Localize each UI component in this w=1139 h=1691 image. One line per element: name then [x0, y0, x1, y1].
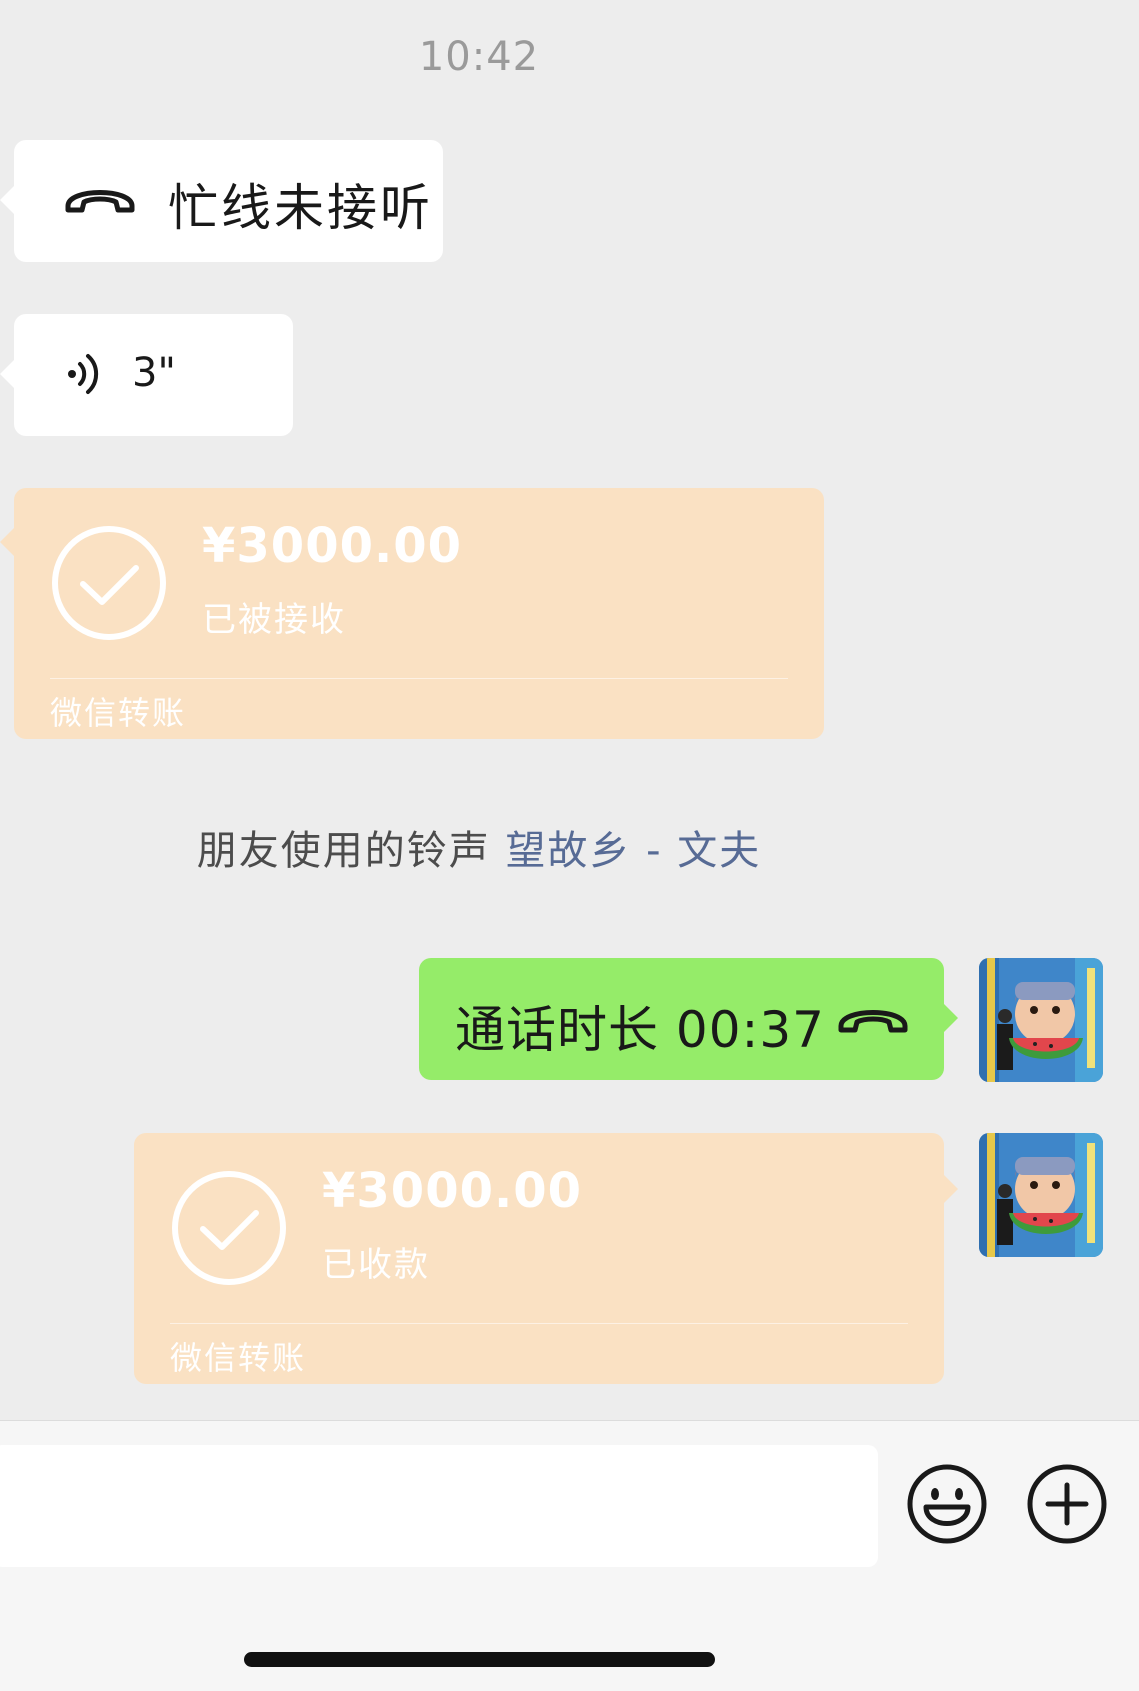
check-circle-icon: [170, 1169, 288, 1291]
transfer-card-accepted[interactable]: ¥3000.00 已收款 微信转账: [134, 1133, 958, 1384]
message-timestamp: 10:42: [418, 34, 540, 80]
phone-hangup-icon: [64, 180, 136, 220]
transfer-footer: 微信转账: [50, 694, 187, 732]
transfer-card-received[interactable]: ¥3000.00 已被接收 微信转账: [0, 488, 824, 739]
message-input[interactable]: [0, 1445, 878, 1567]
call-duration-text: 通话时长 00:37: [455, 1001, 825, 1059]
input-bar: [0, 1420, 1139, 1691]
missed-call-text: 忙线未接听: [168, 179, 433, 237]
emoji-icon[interactable]: [906, 1463, 988, 1549]
avatar[interactable]: [979, 958, 1103, 1082]
check-circle-icon: [50, 524, 168, 646]
chat-area[interactable]: 10:42 忙线未接听 3" ¥3000.00 已被接收 微信转账 朋友使用的铃…: [0, 0, 1139, 1420]
transfer-divider: [50, 678, 788, 679]
voice-wave-icon: [66, 352, 106, 400]
transfer-status: 已收款: [322, 1245, 430, 1285]
transfer-footer: 微信转账: [170, 1339, 307, 1377]
ringtone-prefix: 朋友使用的铃声: [196, 828, 491, 874]
plus-circle-icon[interactable]: [1026, 1463, 1108, 1549]
ringtone-song-link[interactable]: 望故乡 - 文夫: [505, 828, 761, 874]
avatar[interactable]: [979, 1133, 1103, 1257]
voice-duration: 3": [132, 350, 176, 396]
home-indicator: [244, 1652, 715, 1667]
transfer-divider: [170, 1323, 908, 1324]
transfer-amount: ¥3000.00: [202, 518, 463, 574]
voice-message-bubble[interactable]: 3": [0, 314, 293, 436]
transfer-amount: ¥3000.00: [322, 1163, 583, 1219]
call-duration-bubble[interactable]: 通话时长 00:37: [419, 958, 958, 1080]
missed-call-bubble[interactable]: 忙线未接听: [0, 140, 443, 262]
phone-hangup-icon: [837, 1000, 909, 1040]
transfer-status: 已被接收: [202, 600, 346, 640]
ringtone-notice: 朋友使用的铃声 望故乡 - 文夫: [0, 818, 958, 876]
